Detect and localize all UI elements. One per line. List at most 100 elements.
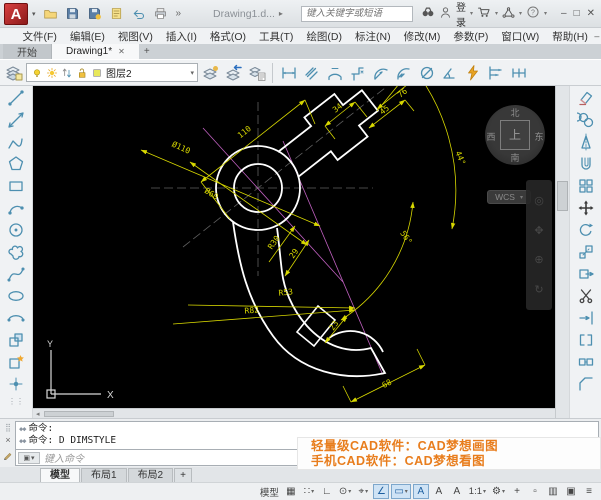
rotate-icon[interactable] xyxy=(574,219,597,241)
folder-open-icon[interactable] xyxy=(42,5,59,22)
horizontal-scrollbar[interactable]: ◂ xyxy=(33,408,555,418)
minimize-button[interactable]: ‒ xyxy=(561,8,567,19)
zoom-icon[interactable]: ⊕ xyxy=(534,253,543,266)
annotation-autoscale[interactable]: A xyxy=(431,484,447,499)
layer-properties-icon[interactable] xyxy=(2,61,25,84)
model-space-toggle[interactable]: 模型 xyxy=(258,484,281,499)
layout-tab-布局2[interactable]: 布局2 xyxy=(128,468,174,482)
menu-item[interactable]: 窗口(W) xyxy=(495,29,546,44)
clean-screen[interactable]: ▣ xyxy=(563,484,579,499)
search-input[interactable] xyxy=(301,6,413,22)
menu-item[interactable]: 编辑(E) xyxy=(63,29,111,44)
layout-tab-布局1[interactable]: 布局1 xyxy=(81,468,127,482)
annotation-scale-sync[interactable]: A xyxy=(449,484,465,499)
save-as-icon[interactable] xyxy=(86,5,103,22)
trim-icon[interactable] xyxy=(574,285,597,307)
dim-jogged-icon[interactable] xyxy=(392,61,415,84)
dim-aligned-icon[interactable] xyxy=(300,61,323,84)
snap-mode[interactable]: ∷▾ xyxy=(301,484,317,499)
polar-tracking[interactable]: ⊙▾ xyxy=(337,484,353,499)
menu-item[interactable]: 修改(M) xyxy=(397,29,447,44)
login-button[interactable]: 登录 xyxy=(456,0,466,29)
layer-manager-icon[interactable] xyxy=(245,61,268,84)
menu-item[interactable]: 参数(P) xyxy=(447,29,495,44)
grid-display[interactable]: ▦ xyxy=(283,484,299,499)
viewcube-south[interactable]: 南 xyxy=(485,151,545,164)
menu-item[interactable]: 帮助(H) xyxy=(546,29,595,44)
revision-cloud-icon[interactable] xyxy=(5,241,28,263)
mdi-minimize-button[interactable]: ‒ xyxy=(594,31,599,42)
login-caret-icon[interactable]: ▾ xyxy=(470,10,473,17)
menu-item[interactable]: 视图(V) xyxy=(111,29,159,44)
layout-tab-模型[interactable]: 模型 xyxy=(40,468,80,482)
ellipse-arc-icon[interactable] xyxy=(5,307,28,329)
viewcube-north[interactable]: 北 xyxy=(485,106,545,119)
tab-drawing1[interactable]: Drawing1* ✕ xyxy=(52,44,139,59)
chamfer-icon[interactable] xyxy=(574,373,597,395)
close-button[interactable]: ✕ xyxy=(587,8,595,19)
sun-icon[interactable] xyxy=(45,65,59,81)
circle-icon[interactable] xyxy=(5,219,28,241)
dynamic-input[interactable]: ▭▾ xyxy=(391,484,410,499)
dim-arc-length-icon[interactable] xyxy=(323,61,346,84)
print-icon[interactable] xyxy=(152,5,169,22)
command-options-button[interactable]: ▣▾ xyxy=(18,452,40,464)
dim-continue-icon[interactable] xyxy=(507,61,530,84)
line-icon[interactable] xyxy=(5,87,28,109)
menu-item[interactable]: 文件(F) xyxy=(16,29,63,44)
ortho-mode[interactable]: ∟ xyxy=(319,484,335,499)
extend-icon[interactable] xyxy=(574,307,597,329)
copy-icon[interactable] xyxy=(574,109,597,131)
add-layout-button[interactable]: + xyxy=(174,468,192,482)
array-icon[interactable] xyxy=(574,175,597,197)
customization-menu[interactable]: ≡ xyxy=(581,484,597,499)
construction-line-icon[interactable] xyxy=(5,109,28,131)
search-icon[interactable] xyxy=(421,5,435,22)
menu-item[interactable]: 标注(N) xyxy=(349,29,398,44)
crosshair[interactable]: + xyxy=(509,484,525,499)
cart-icon[interactable] xyxy=(477,5,491,22)
hardware-acceleration[interactable]: ▥ xyxy=(545,484,561,499)
scale-icon[interactable] xyxy=(574,241,597,263)
vscroll-thumb[interactable] xyxy=(557,181,568,211)
dim-radius-icon[interactable] xyxy=(369,61,392,84)
chevron-down-icon[interactable]: ▾ xyxy=(190,69,194,77)
unlock-icon[interactable] xyxy=(75,65,89,81)
polygon-icon[interactable] xyxy=(5,153,28,175)
dim-linear-icon[interactable] xyxy=(277,61,300,84)
viewcube-top-face[interactable]: 上 xyxy=(500,120,530,150)
settings[interactable]: ⚙▾ xyxy=(490,484,507,499)
orbit-icon[interactable]: ↻ xyxy=(534,283,543,296)
menu-item[interactable]: 工具(T) xyxy=(253,29,300,44)
ellipse-icon[interactable] xyxy=(5,285,28,307)
navigation-bar[interactable]: ◎ ✥ ⊕ ↻ xyxy=(526,180,552,310)
app-menu-caret-icon[interactable]: ▾ xyxy=(32,10,36,18)
make-block-icon[interactable] xyxy=(5,351,28,373)
undo-icon[interactable] xyxy=(130,5,147,22)
insert-block-icon[interactable] xyxy=(5,329,28,351)
transfer-icon[interactable] xyxy=(60,65,74,81)
plot-icon[interactable] xyxy=(108,5,125,22)
annotation-scale[interactable]: 1:1▾ xyxy=(467,484,488,499)
break-icon[interactable] xyxy=(574,329,597,351)
help-icon[interactable]: ? xyxy=(526,5,540,22)
toolbar-grip[interactable]: ⋮⋮ xyxy=(8,395,24,405)
layer-dropdown[interactable]: 图层2 ▾ xyxy=(26,63,198,82)
hscroll-thumb[interactable] xyxy=(44,411,114,417)
spline-icon[interactable] xyxy=(5,263,28,285)
menu-item[interactable]: 格式(O) xyxy=(203,29,252,44)
rectangle-icon[interactable] xyxy=(5,175,28,197)
layer-previous-icon[interactable] xyxy=(222,61,245,84)
offset-icon[interactable] xyxy=(574,153,597,175)
dim-ordinate-icon[interactable] xyxy=(346,61,369,84)
object-snap-tracking[interactable]: ∠ xyxy=(373,484,389,499)
layer-states-icon[interactable] xyxy=(199,61,222,84)
bulb-icon[interactable] xyxy=(30,65,44,81)
pan-icon[interactable]: ✥ xyxy=(534,224,543,237)
vertical-scrollbar[interactable] xyxy=(555,86,569,418)
command-grip[interactable]: ⣿ xyxy=(5,424,11,431)
mirror-icon[interactable] xyxy=(574,131,597,153)
user-icon[interactable] xyxy=(439,6,452,22)
view-cube[interactable]: 北 南 西 东 上 WCS▾ xyxy=(485,105,545,165)
share-caret-icon[interactable]: ▾ xyxy=(519,10,522,17)
